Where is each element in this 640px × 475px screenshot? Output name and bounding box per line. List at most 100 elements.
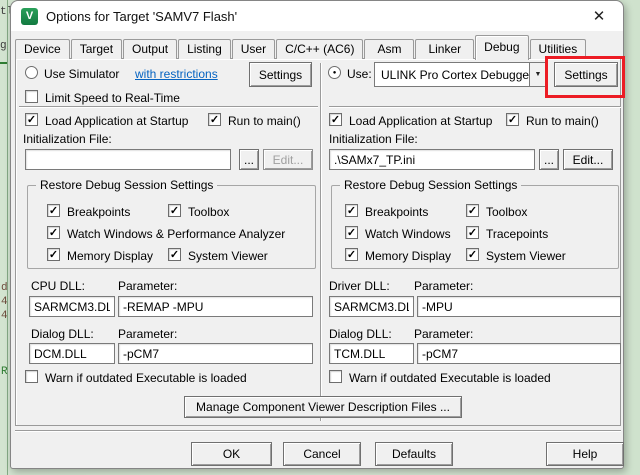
restore-group-title-left: Restore Debug Session Settings — [36, 178, 217, 192]
use-debugger-label: Use: — [347, 67, 372, 81]
watch-windows-checkbox-left[interactable]: ✓ — [47, 226, 60, 239]
run-to-main-checkbox-left[interactable]: ✓ — [208, 113, 221, 126]
chevron-down-icon[interactable]: ▼ — [529, 63, 546, 86]
check-mark: ✓ — [346, 205, 357, 217]
memory-display-label-right: Memory Display — [365, 249, 451, 263]
init-file-browse-button-right[interactable]: ... — [539, 149, 559, 170]
cpu-parameter-label: Parameter: — [118, 279, 177, 293]
tab-bar: Device Target Output Listing User C/C++ … — [15, 35, 587, 59]
toolbox-label-right: Toolbox — [486, 205, 527, 219]
cpu-dll-label: CPU DLL: — [31, 279, 85, 293]
dialog-dll-label-left: Dialog DLL: — [31, 327, 94, 341]
tab-cc-ac6[interactable]: C/C++ (AC6) — [276, 39, 363, 59]
uvision-icon: V — [21, 8, 38, 25]
simulator-settings-button[interactable]: Settings — [249, 62, 312, 87]
warn-outdated-checkbox-left[interactable] — [25, 370, 38, 383]
pane-divider — [320, 63, 322, 421]
check-mark: ✓ — [209, 114, 220, 126]
manage-component-viewer-button[interactable]: Manage Component Viewer Description File… — [184, 396, 462, 418]
tab-linker[interactable]: Linker — [415, 39, 474, 59]
toolbox-label-left: Toolbox — [188, 205, 229, 219]
close-icon[interactable]: ✕ — [585, 7, 613, 25]
title-bar: V Options for Target 'SAMV7 Flash' ✕ — [11, 1, 623, 31]
debugger-selected-value: ULINK Pro Cortex Debugger — [375, 68, 529, 82]
memory-display-checkbox-left[interactable]: ✓ — [47, 248, 60, 261]
right-separator — [329, 106, 621, 108]
run-to-main-label-right: Run to main() — [526, 114, 599, 128]
warn-outdated-label-right: Warn if outdated Executable is loaded — [349, 371, 551, 385]
tab-listing[interactable]: Listing — [178, 39, 231, 59]
init-file-browse-button-left[interactable]: ... — [239, 149, 259, 170]
radio-dot: ● — [333, 70, 337, 76]
tab-target[interactable]: Target — [71, 39, 122, 59]
breakpoints-checkbox-right[interactable]: ✓ — [345, 204, 358, 217]
init-file-label-right: Initialization File: — [329, 132, 418, 146]
editor-artifact — [0, 62, 7, 64]
run-to-main-checkbox-right[interactable]: ✓ — [506, 113, 519, 126]
init-file-label-left: Initialization File: — [23, 132, 112, 146]
check-mark: ✓ — [330, 114, 341, 126]
left-separator — [19, 106, 318, 108]
check-mark: ✓ — [467, 227, 478, 239]
dialog-parameter-label-left: Parameter: — [118, 327, 177, 341]
ok-button[interactable]: OK — [191, 442, 272, 466]
driver-parameter-input[interactable] — [417, 296, 621, 317]
use-simulator-radio[interactable] — [25, 66, 38, 79]
load-app-label-left: Load Application at Startup — [45, 114, 188, 128]
dialog-dll-input-right[interactable] — [329, 343, 414, 364]
dialog-dll-input-left[interactable] — [29, 343, 115, 364]
cpu-dll-input[interactable] — [29, 296, 115, 317]
use-simulator-label: Use Simulator — [44, 67, 119, 81]
dialog-parameter-input-left[interactable] — [118, 343, 313, 364]
limit-speed-label: Limit Speed to Real-Time — [45, 91, 180, 105]
init-file-input-left[interactable] — [25, 149, 231, 170]
system-viewer-label-right: System Viewer — [486, 249, 566, 263]
debugger-select[interactable]: ULINK Pro Cortex Debugger ▼ — [374, 62, 547, 87]
dialog-dll-label-right: Dialog DLL: — [329, 327, 392, 341]
cancel-button[interactable]: Cancel — [283, 442, 361, 466]
cpu-parameter-input[interactable] — [118, 296, 313, 317]
check-mark: ✓ — [346, 227, 357, 239]
with-restrictions-link[interactable]: with restrictions — [135, 67, 218, 81]
watch-windows-label-left: Watch Windows & Performance Analyzer — [67, 227, 285, 241]
init-file-edit-button-left: Edit... — [263, 149, 313, 170]
editor-text-fragment: g — [0, 40, 7, 52]
system-viewer-checkbox-right[interactable]: ✓ — [466, 248, 479, 261]
load-app-label-right: Load Application at Startup — [349, 114, 492, 128]
tab-asm[interactable]: Asm — [364, 39, 414, 59]
defaults-button[interactable]: Defaults — [375, 442, 453, 466]
init-file-input-right[interactable] — [329, 149, 535, 170]
debugger-settings-button[interactable]: Settings — [554, 62, 618, 87]
breakpoints-label-left: Breakpoints — [67, 205, 130, 219]
check-mark: ✓ — [169, 249, 180, 261]
limit-speed-checkbox[interactable] — [25, 90, 38, 103]
use-debugger-radio[interactable]: ● — [328, 66, 341, 79]
help-button[interactable]: Help — [546, 442, 624, 466]
toolbox-checkbox-left[interactable]: ✓ — [168, 204, 181, 217]
check-mark: ✓ — [507, 114, 518, 126]
tracepoints-checkbox-right[interactable]: ✓ — [466, 226, 479, 239]
tab-utilities[interactable]: Utilities — [530, 39, 587, 59]
driver-dll-label: Driver DLL: — [329, 279, 390, 293]
load-app-checkbox-right[interactable]: ✓ — [329, 113, 342, 126]
watch-windows-label-right: Watch Windows — [365, 227, 451, 241]
warn-outdated-checkbox-right[interactable] — [329, 370, 342, 383]
tab-debug[interactable]: Debug — [475, 35, 528, 60]
load-app-checkbox-left[interactable]: ✓ — [25, 113, 38, 126]
toolbox-checkbox-right[interactable]: ✓ — [466, 204, 479, 217]
dialog-parameter-input-right[interactable] — [417, 343, 621, 364]
breakpoints-label-right: Breakpoints — [365, 205, 428, 219]
breakpoints-checkbox-left[interactable]: ✓ — [47, 204, 60, 217]
system-viewer-checkbox-left[interactable]: ✓ — [168, 248, 181, 261]
memory-display-checkbox-right[interactable]: ✓ — [345, 248, 358, 261]
warn-outdated-label-left: Warn if outdated Executable is loaded — [45, 371, 247, 385]
init-file-edit-button-right[interactable]: Edit... — [563, 149, 613, 170]
tab-output[interactable]: Output — [123, 39, 177, 59]
dialog-title: Options for Target 'SAMV7 Flash' — [46, 9, 237, 24]
watch-windows-checkbox-right[interactable]: ✓ — [345, 226, 358, 239]
tab-user[interactable]: User — [232, 39, 275, 59]
driver-dll-input[interactable] — [329, 296, 414, 317]
tracepoints-label-right: Tracepoints — [486, 227, 548, 241]
tab-device[interactable]: Device — [15, 39, 70, 59]
check-mark: ✓ — [169, 205, 180, 217]
